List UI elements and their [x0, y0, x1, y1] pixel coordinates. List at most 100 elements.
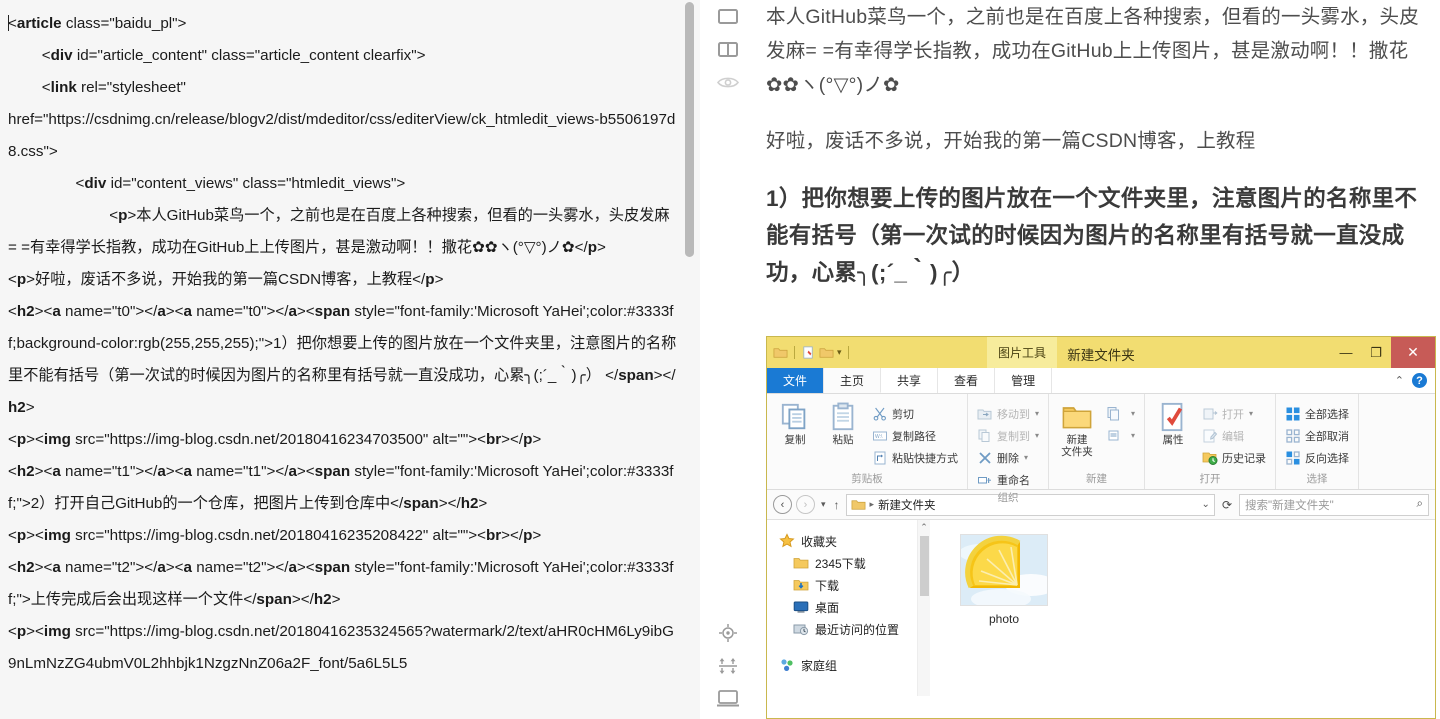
explorer-address-bar[interactable]: ‹ › ▾ ↑ ▸ 新建文件夹 ⌄ ⟳ 搜索"新建文件夹" ⌕ [767, 490, 1435, 520]
code-content[interactable]: <article class="baidu_pl"> <div id="arti… [0, 0, 700, 680]
split-pane-icon[interactable] [710, 33, 746, 66]
new-item-icon [1107, 406, 1120, 420]
nav-scrollbar-thumb[interactable] [919, 536, 929, 596]
refresh-button[interactable]: ⟳ [1219, 498, 1235, 512]
ribbon-small-button[interactable]: 复制到 ▾ [974, 425, 1042, 446]
preview-paragraph-2: 好啦，废话不多说，开始我的第一篇CSDN博客，上教程 [766, 130, 1256, 152]
ribbon-small-button[interactable]: 打开 ▾ [1199, 403, 1269, 424]
editor-scrollbar[interactable] [685, 2, 694, 717]
expand-arrows-icon[interactable] [710, 649, 746, 682]
chevron-down-icon[interactable]: ▾ [1131, 431, 1135, 440]
minimize-button[interactable]: — [1331, 337, 1361, 368]
rail-bottom-group [700, 616, 756, 719]
code-line[interactable]: <p>本人GitHub菜鸟一个，之前也是在百度上各种搜索，但看的一头雾水，头皮发… [8, 200, 678, 264]
explorer-ribbon[interactable]: 复制 粘贴 剪切 W:\ 复制路径 粘贴快捷方式 剪贴板 移动到 ▾ 复制到 ▾ 删除 ▾ 重命名 组织 新建… [767, 394, 1435, 504]
markdown-preview-pane[interactable]: 本人GitHub菜鸟一个，之前也是在百度上各种搜索，但看的一头雾水，头皮发麻= … [756, 0, 1440, 719]
code-line[interactable]: href="https://csdnimg.cn/release/blogv2/… [8, 104, 678, 168]
ribbon-small-button[interactable]: ▾ [1103, 403, 1138, 424]
ribbon-button[interactable]: 复制 [773, 398, 817, 446]
nav-pane-item[interactable]: 桌面 [779, 596, 917, 618]
help-icon[interactable]: ? [1412, 373, 1427, 388]
ribbon-small-button[interactable]: 删除 ▾ [974, 447, 1042, 468]
ribbon-tab[interactable]: 管理 [995, 368, 1053, 393]
code-line[interactable]: <link rel="stylesheet" [8, 72, 678, 104]
code-line[interactable]: <article class="baidu_pl"> [8, 8, 678, 40]
code-line[interactable]: <h2><a name="t0"></a><a name="t0"></a><s… [8, 296, 678, 424]
ribbon-tab[interactable]: 文件 [767, 368, 825, 393]
explorer-file-list[interactable]: photo [930, 520, 1435, 696]
code-line[interactable]: <p><img src="https://img-blog.csdn.net/2… [8, 424, 678, 456]
chevron-down-icon[interactable]: ▾ [1131, 409, 1135, 418]
ribbon-button[interactable]: 新建 文件夹 [1055, 398, 1099, 458]
ribbon-tab[interactable]: 主页 [824, 368, 882, 393]
back-button[interactable]: ‹ [773, 495, 792, 514]
code-line[interactable]: <p><img src="https://img-blog.csdn.net/2… [8, 520, 678, 552]
nav-pane-item[interactable]: 2345下载 [779, 552, 917, 574]
chevron-up-icon[interactable]: ⌃ [1395, 374, 1404, 387]
monitor-icon[interactable] [710, 682, 746, 715]
select-all-icon [1286, 407, 1300, 420]
contextual-tab-picture-tools[interactable]: 图片工具 [987, 337, 1058, 368]
ribbon-small-button[interactable]: W:\ 复制路径 [869, 425, 961, 446]
chevron-down-icon[interactable]: ▾ [1035, 409, 1039, 418]
ribbon-small-button[interactable]: 编辑 [1199, 425, 1269, 446]
code-line[interactable]: <div id="article_content" class="article… [8, 40, 678, 72]
ribbon-small-button[interactable]: 反向选择 [1282, 447, 1352, 468]
single-pane-icon[interactable] [710, 0, 746, 33]
html-source-editor[interactable]: <article class="baidu_pl"> <div id="arti… [0, 0, 700, 719]
ribbon-small-button[interactable]: 粘贴快捷方式 [869, 447, 961, 468]
close-button[interactable]: ✕ [1391, 337, 1435, 368]
ribbon-tab[interactable]: 查看 [938, 368, 996, 393]
breadcrumb-current[interactable]: 新建文件夹 [878, 497, 936, 513]
ribbon-tab[interactable]: 共享 [881, 368, 939, 393]
ribbon-small-button-label: 删除 [997, 452, 1019, 465]
address-dropdown-icon[interactable]: ⌄ [1202, 499, 1210, 510]
ribbon-button[interactable]: 属性 [1151, 398, 1195, 446]
explorer-ribbon-tabs[interactable]: 文件 主页 共享 查看 管理 ⌃ ? [767, 368, 1435, 394]
forward-button[interactable]: › [796, 495, 815, 514]
nav-pane-item[interactable]: 下载 [779, 574, 917, 596]
editor-scrollbar-thumb[interactable] [685, 2, 694, 257]
chevron-down-icon[interactable]: ▾ [1024, 453, 1028, 462]
target-sync-icon[interactable] [710, 616, 746, 649]
up-button[interactable]: ↑ [832, 498, 842, 512]
recent-locations-icon[interactable]: ▾ [819, 499, 828, 510]
search-icon[interactable]: ⌕ [1417, 498, 1423, 511]
search-box[interactable]: 搜索"新建文件夹" ⌕ [1239, 493, 1429, 516]
nav-pane-item[interactable]: 最近访问的位置 [779, 618, 917, 640]
ribbon-small-button[interactable]: ▾ [1103, 425, 1138, 446]
code-line[interactable]: <div id="content_views" class="htmledit_… [8, 168, 678, 200]
maximize-button[interactable]: ❐ [1361, 337, 1391, 368]
code-line[interactable]: <p><img src="https://img-blog.csdn.net/2… [8, 616, 678, 680]
ribbon-small-button[interactable]: 剪切 [869, 403, 961, 424]
qat-chevron-down-icon[interactable]: ▾ [837, 347, 842, 358]
scroll-up-icon[interactable]: ⌃ [920, 522, 928, 533]
nav-pane-scrollbar[interactable]: ⌃ [917, 520, 930, 696]
ribbon-button[interactable]: 粘贴 [821, 398, 865, 446]
ribbon-small-button[interactable]: 移动到 ▾ [974, 403, 1042, 424]
code-line[interactable]: <h2><a name="t2"></a><a name="t2"></a><s… [8, 552, 678, 616]
code-line[interactable]: <p>好啦，废话不多说，开始我的第一篇CSDN博客，上教程</p> [8, 264, 678, 296]
quick-access-toolbar[interactable]: ▾ [767, 345, 852, 360]
preview-spacer-2 [766, 158, 1432, 180]
chevron-down-icon[interactable]: ▾ [1035, 431, 1039, 440]
eye-preview-icon[interactable] [710, 66, 746, 99]
ribbon-small-column: 移动到 ▾ 复制到 ▾ 删除 ▾ 重命名 [974, 398, 1042, 490]
chevron-down-icon[interactable]: ▾ [1249, 409, 1253, 418]
ribbon-small-button[interactable]: 重命名 [974, 469, 1042, 490]
nav-pane-spacer [779, 640, 917, 654]
ribbon-group: 复制 粘贴 剪切 W:\ 复制路径 粘贴快捷方式 剪贴板 [767, 394, 968, 489]
folder-icon[interactable] [773, 345, 788, 360]
nav-pane-item-label: 家庭组 [801, 658, 838, 673]
properties-icon[interactable] [801, 345, 816, 360]
code-line[interactable]: <h2><a name="t1"></a><a name="t1"></a><s… [8, 456, 678, 520]
file-item[interactable]: photo [956, 534, 1052, 626]
explorer-navigation-pane[interactable]: 收藏夹 2345下载 下载 桌面 最近访问的位置家庭组 [767, 520, 917, 696]
ribbon-small-button[interactable]: 全部选择 [1282, 403, 1352, 424]
nav-pane-item[interactable]: 家庭组 [779, 654, 917, 676]
ribbon-small-button[interactable]: 全部取消 [1282, 425, 1352, 446]
easy-access-icon [1108, 430, 1119, 440]
ribbon-small-button[interactable]: 历史记录 [1199, 447, 1269, 468]
new-folder-icon[interactable] [819, 345, 834, 360]
nav-pane-item[interactable]: 收藏夹 [779, 530, 917, 552]
